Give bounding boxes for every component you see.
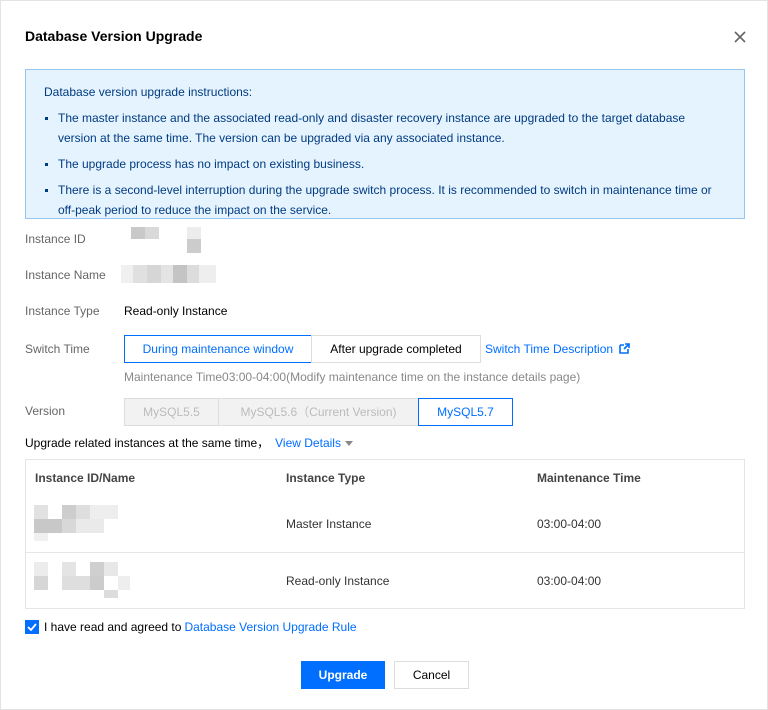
instance-id-redacted <box>131 227 216 253</box>
related-instances-table: Instance ID/Name Instance Type Maintenan… <box>25 459 745 609</box>
row2-maintenance-time: 03:00-04:00 <box>537 574 602 588</box>
instance-name-redacted <box>121 265 216 283</box>
upgrade-rule-link[interactable]: Database Version Upgrade Rule <box>184 620 356 634</box>
version-option-mysql55: MySQL5.5 <box>124 398 219 426</box>
row1-instance-redacted <box>34 505 118 541</box>
row1-type: Master Instance <box>286 517 372 531</box>
agreement-checkbox[interactable] <box>25 620 39 634</box>
upgrade-button[interactable]: Upgrade <box>301 661 385 689</box>
caret-down-icon[interactable] <box>344 441 353 447</box>
version-option-mysql57[interactable]: MySQL5.7 <box>418 398 513 426</box>
related-instances-row: Upgrade related instances at the same ti… <box>25 434 353 451</box>
instance-id-label: Instance ID <box>25 232 86 246</box>
dialog-title: Database Version Upgrade <box>25 28 203 44</box>
column-header-maintenance: Maintenance Time <box>537 471 641 485</box>
upgrade-instructions-notice: Database version upgrade instructions: T… <box>25 69 745 219</box>
maintenance-time-hint: Maintenance Time03:00-04:00(Modify maint… <box>124 370 581 384</box>
external-link-icon <box>619 343 631 357</box>
notice-item: There is a second-level interruption dur… <box>44 180 726 220</box>
related-instances-text: Upgrade related instances at the same ti… <box>25 436 270 450</box>
notice-list: The master instance and the associated r… <box>44 108 726 220</box>
view-details-link[interactable]: View Details <box>275 436 341 450</box>
switch-option-after-upgrade[interactable]: After upgrade completed <box>311 335 481 363</box>
instance-name-label: Instance Name <box>25 268 106 282</box>
agreement-row: I have read and agreed to Database Versi… <box>25 620 357 634</box>
switch-time-description-text: Switch Time Description <box>485 342 614 356</box>
column-header-type: Instance Type <box>286 471 366 485</box>
cancel-button[interactable]: Cancel <box>394 661 469 689</box>
version-option-mysql56: MySQL5.6（Current Version) <box>218 398 419 426</box>
agreement-text: I have read and agreed to <box>44 620 182 634</box>
version-label: Version <box>25 404 66 418</box>
notice-heading: Database version upgrade instructions: <box>44 85 253 99</box>
switch-time-label: Switch Time <box>25 342 90 356</box>
row1-maintenance-time: 03:00-04:00 <box>537 517 602 531</box>
row2-type: Read-only Instance <box>286 574 390 588</box>
switch-option-maintenance-window[interactable]: During maintenance window <box>124 335 312 363</box>
close-icon[interactable] <box>731 28 749 46</box>
instance-type-label: Instance Type <box>25 304 100 318</box>
row2-instance-redacted <box>34 562 130 598</box>
switch-time-description-link[interactable]: Switch Time Description <box>485 342 631 357</box>
column-header-instance: Instance ID/Name <box>35 471 136 485</box>
upgrade-dialog: Database Version Upgrade Database versio… <box>0 0 768 710</box>
instance-type-value: Read-only Instance <box>124 304 228 318</box>
notice-item: The master instance and the associated r… <box>44 108 726 148</box>
row-divider <box>26 552 744 553</box>
check-icon <box>27 623 37 631</box>
notice-item: The upgrade process has no impact on exi… <box>44 154 726 174</box>
